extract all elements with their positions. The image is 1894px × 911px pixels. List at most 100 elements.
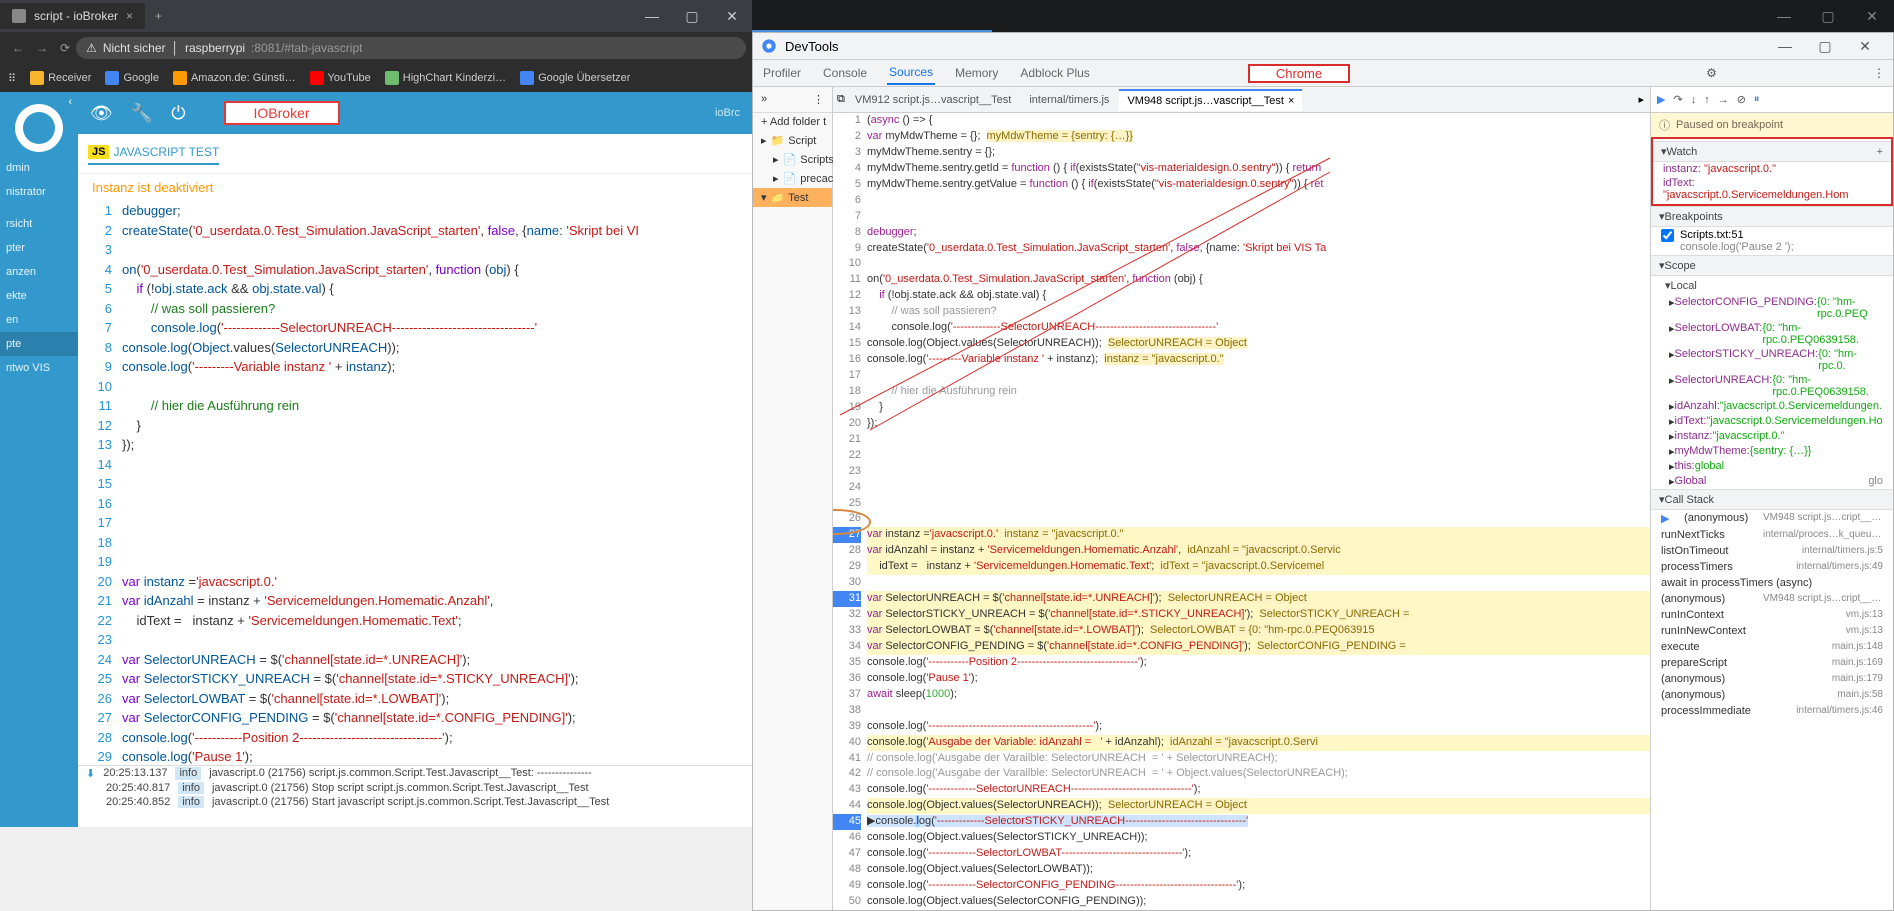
scope-header[interactable]: ▾ Scope xyxy=(1651,255,1893,276)
minimize-icon[interactable]: — xyxy=(1765,30,1805,62)
bookmark-item[interactable]: Amazon.de: Günsti… xyxy=(173,71,296,85)
chevron-right-icon[interactable]: » xyxy=(761,93,767,106)
callstack-item[interactable]: (anonymous)main.js:179 xyxy=(1651,671,1893,687)
callstack-item[interactable]: (anonymous)main.js:58 xyxy=(1651,687,1893,703)
scope-item[interactable]: ▸ SelectorUNREACH: {0: "hm-rpc.0.PEQ0639… xyxy=(1651,373,1893,399)
sidebar-item[interactable]: ntwo VIS xyxy=(0,356,78,380)
back-icon[interactable]: ← xyxy=(6,41,30,55)
resume-icon[interactable]: ▶ xyxy=(1657,93,1665,106)
step-into-icon[interactable]: ↓ xyxy=(1691,94,1697,106)
chrome-tab[interactable] xyxy=(752,0,992,32)
step-over-icon[interactable]: ↷ xyxy=(1673,93,1682,106)
close-window-icon[interactable]: ✕ xyxy=(1850,0,1894,32)
scope-item[interactable]: ▸ instanz: "javacscript.0." xyxy=(1651,429,1893,444)
watch-item[interactable]: idText: "javacscript.0.Servicemeldungen.… xyxy=(1653,176,1891,202)
scope-global[interactable]: ▸ Global glo xyxy=(1651,474,1893,489)
sidebar-item[interactable]: ekte xyxy=(0,284,78,308)
gear-icon[interactable]: ⚙ xyxy=(1706,66,1717,80)
reload-icon[interactable]: ⟳ xyxy=(54,41,76,55)
close-icon[interactable]: × xyxy=(1288,95,1294,107)
chevron-left-icon[interactable]: ‹ xyxy=(68,96,72,108)
source-lines[interactable]: (async () => {var myMdwTheme = {}; myMdw… xyxy=(867,113,1650,910)
add-folder[interactable]: + Add folder t xyxy=(753,113,832,131)
bookmark-item[interactable]: YouTube xyxy=(310,71,371,85)
maximize-icon[interactable]: ▢ xyxy=(1806,0,1850,32)
code-editor[interactable]: 1234567891011121314151617181920212223242… xyxy=(78,201,752,765)
browser-tab[interactable]: script - ioBroker × xyxy=(0,3,145,29)
callstack-item[interactable]: prepareScriptmain.js:169 xyxy=(1651,655,1893,671)
doc-icon[interactable]: ⧉ xyxy=(837,93,845,106)
more-icon[interactable]: ⋮ xyxy=(813,93,824,106)
source-tab[interactable]: VM948 script.js…vascript__Test × xyxy=(1119,89,1302,111)
overflow-icon[interactable]: ▸ xyxy=(1638,93,1650,106)
source-tab[interactable]: internal/timers.js xyxy=(1021,90,1117,110)
bookmark-item[interactable]: HighChart Kinderzi… xyxy=(385,71,506,85)
callstack-item[interactable]: processImmediateinternal/timers.js:46 xyxy=(1651,703,1893,719)
watch-header[interactable]: ▾ Watch + xyxy=(1653,141,1891,162)
minimize-icon[interactable]: — xyxy=(1762,0,1806,32)
maximize-icon[interactable]: ▢ xyxy=(1805,30,1845,62)
code-content[interactable]: debugger;createState('0_userdata.0.Test_… xyxy=(122,201,752,765)
scope-item[interactable]: ▸ SelectorCONFIG_PENDING: {0: "hm-rpc.0.… xyxy=(1651,295,1893,321)
scope-item[interactable]: ▸ idAnzahl: "javacscript.0.Servicemeldun… xyxy=(1651,399,1893,414)
maximize-icon[interactable]: ▢ xyxy=(672,0,712,32)
bp-checkbox[interactable] xyxy=(1661,229,1674,242)
close-window-icon[interactable]: ✕ xyxy=(712,0,752,32)
add-watch-icon[interactable]: + xyxy=(1877,146,1883,158)
sidebar-item[interactable]: anzen xyxy=(0,260,78,284)
more-icon[interactable]: ⋮ xyxy=(1873,66,1885,80)
sidebar-item[interactable]: pte xyxy=(0,332,78,356)
source-tab[interactable]: VM912 script.js…vascript__Test xyxy=(847,90,1020,110)
minimize-icon[interactable]: — xyxy=(632,0,672,32)
scope-item[interactable]: ▸ SelectorSTICKY_UNREACH: {0: "hm-rpc.0. xyxy=(1651,347,1893,373)
callstack-item[interactable]: (anonymous)VM948 script.js…cript__Test:4 xyxy=(1651,510,1893,527)
bookmark-item[interactable]: Receiver xyxy=(30,71,91,85)
callstack-item[interactable]: processTimersinternal/timers.js:49 xyxy=(1651,559,1893,575)
callstack-item[interactable]: listOnTimeoutinternal/timers.js:5 xyxy=(1651,543,1893,559)
sidebar-item[interactable]: en xyxy=(0,308,78,332)
breakpoint-item[interactable]: Scripts.txt:51console.log('Pause 2 '); xyxy=(1651,227,1893,255)
local-header[interactable]: ▾ Local xyxy=(1651,276,1893,295)
tree-item[interactable]: ▸📁Script xyxy=(753,131,832,150)
eye-icon[interactable]: 👁 xyxy=(90,103,113,124)
tree-item[interactable]: ▸📄precache- xyxy=(753,169,832,188)
devtools-tab[interactable]: Console xyxy=(821,62,869,84)
apps-icon[interactable]: ⠿ xyxy=(8,72,16,85)
callstack-header[interactable]: ▾ Call Stack xyxy=(1651,489,1893,510)
step-out-icon[interactable]: ↑ xyxy=(1704,94,1710,106)
watch-item[interactable]: instanz: "javacscript.0." xyxy=(1653,162,1891,176)
close-icon[interactable]: × xyxy=(126,9,133,23)
breakpoints-header[interactable]: ▾ Breakpoints xyxy=(1651,206,1893,227)
sidebar-item[interactable]: rsicht xyxy=(0,212,78,236)
source-code[interactable]: 1234567891011121314151617181920212223242… xyxy=(833,113,1650,910)
callstack-item[interactable]: runNextTicksinternal/proces…k_queues.js:… xyxy=(1651,527,1893,543)
bookmark-item[interactable]: Google xyxy=(105,71,158,85)
devtools-tab[interactable]: Sources xyxy=(887,61,935,85)
script-tab[interactable]: JS JAVASCRIPT TEST xyxy=(88,145,219,165)
devtools-tab[interactable]: Adblock Plus xyxy=(1018,62,1091,84)
callstack-item[interactable]: await in processTimers (async) xyxy=(1651,575,1893,591)
sidebar-item[interactable]: pter xyxy=(0,236,78,260)
callstack-item[interactable]: runInContextvm.js:13 xyxy=(1651,607,1893,623)
power-icon[interactable]: ⏻ xyxy=(171,103,185,124)
url-input[interactable]: ⚠ Nicht sicher │ raspberrypi:8081/#tab-j… xyxy=(76,37,746,59)
close-window-icon[interactable]: ✕ xyxy=(1845,30,1885,62)
step-icon[interactable]: → xyxy=(1718,94,1729,106)
scope-item[interactable]: ▸ this: global xyxy=(1651,459,1893,474)
new-tab-button[interactable]: + xyxy=(145,9,172,23)
wrench-icon[interactable]: 🔧 xyxy=(131,103,153,124)
scope-item[interactable]: ▸ idText: "javacscript.0.Servicemeldunge… xyxy=(1651,414,1893,429)
pause-icon[interactable]: ⏸ xyxy=(1754,93,1760,106)
tree-item[interactable]: ▾📁Test xyxy=(753,188,832,207)
callstack-item[interactable]: executemain.js:148 xyxy=(1651,639,1893,655)
scope-item[interactable]: ▸ SelectorLOWBAT: {0: "hm-rpc.0.PEQ06391… xyxy=(1651,321,1893,347)
callstack-item[interactable]: runInNewContextvm.js:13 xyxy=(1651,623,1893,639)
devtools-tab[interactable]: Memory xyxy=(953,62,1000,84)
callstack-item[interactable]: (anonymous)VM948 script.js…cript__Test:5 xyxy=(1651,591,1893,607)
forward-icon[interactable]: → xyxy=(30,41,54,55)
bookmark-item[interactable]: Google Übersetzer xyxy=(520,71,630,85)
scope-item[interactable]: ▸ myMdwTheme: {sentry: {…}} xyxy=(1651,444,1893,459)
tree-item[interactable]: ▸📄Scripts.txt xyxy=(753,150,832,169)
deactivate-bp-icon[interactable]: ⊘ xyxy=(1737,93,1746,106)
devtools-tab[interactable]: Profiler xyxy=(761,62,803,84)
